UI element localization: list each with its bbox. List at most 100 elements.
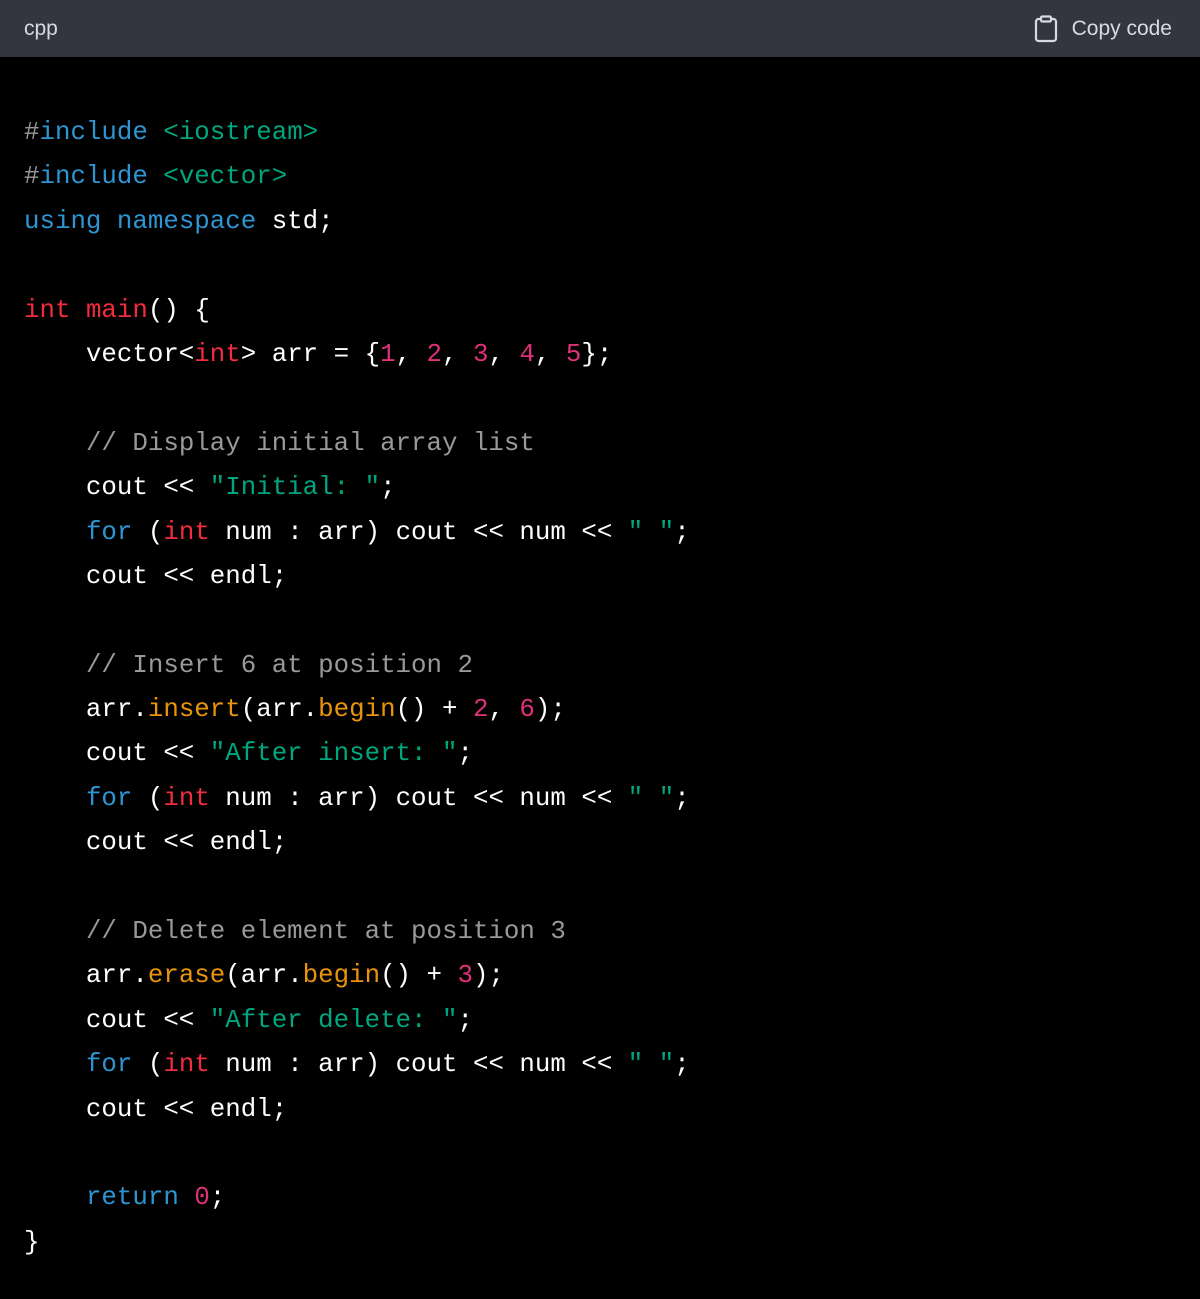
code-token-number: 3: [472, 339, 489, 369]
code-line: int main() {: [24, 289, 1200, 333]
code-line: }: [24, 1221, 1200, 1265]
code-token-plain: }: [24, 1227, 40, 1257]
code-token-plain: ;: [380, 473, 396, 503]
code-token-plain: ,: [395, 339, 427, 369]
code-token-plain: arr.: [24, 961, 148, 991]
code-token-string: "After delete: ": [209, 1005, 458, 1035]
language-label: cpp: [24, 16, 58, 40]
code-token-plain: );: [472, 961, 504, 991]
code-line: for (int num : arr) cout << num << " ";: [24, 1043, 1200, 1087]
code-token-plain: (: [132, 783, 164, 813]
code-token-plain: ;: [457, 739, 473, 769]
code-token-keyword: using: [24, 206, 102, 236]
code-token-plain: cout << endl;: [24, 561, 288, 591]
code-token-plain: ;: [674, 517, 690, 547]
code-token-string: <vector>: [163, 162, 288, 192]
code-token-number: 1: [380, 339, 396, 369]
code-token-plain: > arr = {: [240, 339, 381, 369]
code-token-plain: () {: [147, 295, 210, 325]
code-token-plain: num : arr) cout << num <<: [209, 1050, 628, 1080]
code-line: // Delete element at position 3: [24, 910, 1200, 954]
code-token-plain: (: [132, 517, 164, 547]
code-token-plain: num : arr) cout << num <<: [209, 783, 628, 813]
code-token-plain: };: [581, 339, 613, 369]
code-token-plain: cout << endl;: [24, 828, 288, 858]
copy-code-label: Copy code: [1071, 16, 1172, 40]
code-token-plain: cout << endl;: [24, 1094, 288, 1124]
code-line: arr.erase(arr.begin() + 3);: [24, 954, 1200, 998]
code-token-plain: ;: [674, 783, 690, 813]
code-token-method: begin: [302, 961, 381, 991]
code-token-plain: ;: [457, 1005, 473, 1035]
code-token-plain: (: [132, 1050, 164, 1080]
code-token-method: insert: [147, 695, 241, 725]
code-block-header: cpp Copy code: [0, 0, 1200, 57]
code-token-plain: cout <<: [24, 1005, 210, 1035]
code-line: vector<int> arr = {1, 2, 3, 4, 5};: [24, 333, 1200, 377]
code-token-type: int: [163, 783, 210, 813]
code-token-keyword: namespace: [116, 206, 257, 236]
code-token-plain: ;: [674, 1050, 690, 1080]
code-token-plain: ;: [209, 1183, 226, 1213]
code-token-string: "Initial: ": [209, 473, 381, 503]
code-token-plain: (arr.: [240, 695, 319, 725]
code-content: #include <iostream> #include <vector> usin…: [24, 57, 1200, 1299]
code-token-keyword: include: [39, 162, 148, 192]
code-line: cout << endl;: [24, 1088, 1200, 1132]
code-token-meta: #: [24, 118, 40, 147]
copy-code-button[interactable]: Copy code: [1034, 14, 1172, 43]
code-token-plain: ,: [488, 339, 520, 369]
code-token-string: " ": [627, 1050, 675, 1080]
code-token-number: 0: [194, 1183, 210, 1213]
code-token-method: erase: [147, 961, 226, 991]
code-token-plain: (arr.: [225, 961, 303, 991]
code-token-number: 5: [565, 339, 582, 369]
code-token-plain: ,: [534, 339, 566, 369]
code-line: for (int num : arr) cout << num << " ";: [24, 511, 1200, 555]
code-line: #include <vector>: [24, 155, 1200, 199]
code-token-plain: num : arr) cout << num <<: [209, 517, 628, 547]
code-line: for (int num : arr) cout << num << " ";: [24, 777, 1200, 821]
code-token-keyword: return: [85, 1183, 179, 1213]
code-token-plain: std;: [256, 206, 334, 236]
code-line: #include <iostream>: [24, 111, 1200, 155]
clipboard-icon: [1034, 14, 1058, 43]
code-line: cout << "After delete: ";: [24, 999, 1200, 1043]
code-token-keyword: for: [85, 1050, 133, 1080]
code-token-plain: arr.: [24, 695, 148, 725]
code-token-comment: // Display initial array list: [85, 428, 535, 458]
code-token-plain: () +: [395, 695, 473, 725]
code-line: // Insert 6 at position 2: [24, 644, 1200, 688]
code-block-body: #include <iostream> #include <vector> usin…: [0, 57, 1200, 1268]
code-line: using namespace std;: [24, 200, 1200, 244]
code-line: arr.insert(arr.begin() + 2, 6);: [24, 688, 1200, 732]
code-line: cout << endl;: [24, 821, 1200, 865]
code-token-plain: cout <<: [24, 739, 210, 769]
code-line: return 0;: [24, 1176, 1200, 1220]
code-token-plain: ,: [488, 695, 520, 725]
code-token-number: 3: [457, 961, 473, 991]
code-token-plain: ,: [442, 339, 473, 369]
code-token-comment: // Insert 6 at position 2: [85, 650, 473, 680]
code-token-func: main: [85, 295, 148, 325]
code-token-meta: #: [24, 162, 40, 192]
code-token-string: <iostream>: [163, 118, 319, 147]
code-token-number: 2: [472, 695, 489, 725]
code-token-keyword: for: [85, 783, 133, 813]
code-token-plain: );: [534, 695, 566, 725]
